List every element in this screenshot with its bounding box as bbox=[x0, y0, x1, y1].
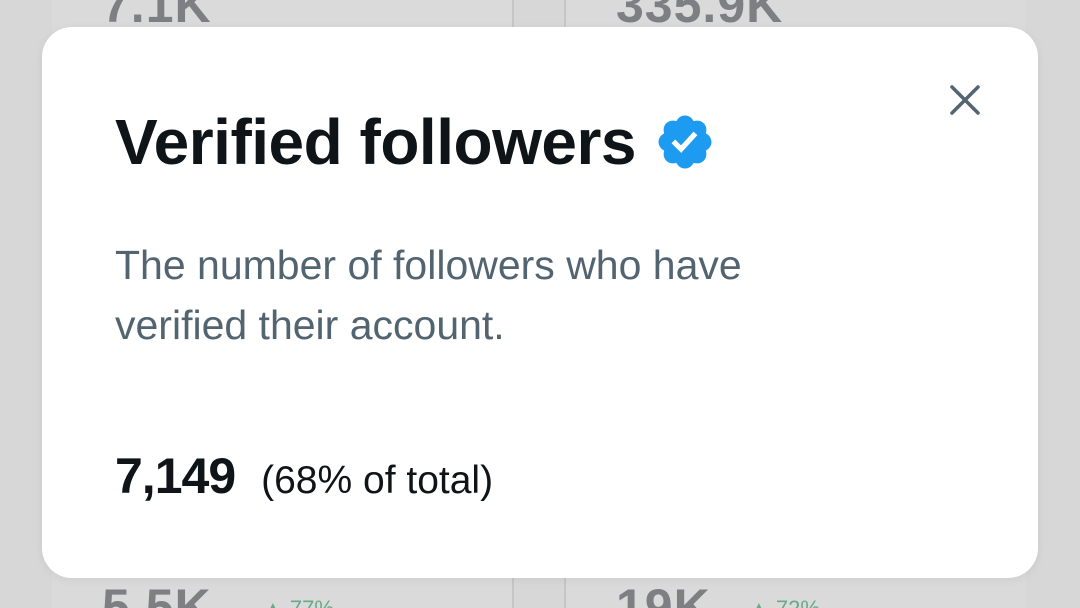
stat-delta-bottom-left: ▲ 77% bbox=[262, 596, 334, 608]
dialog-description: The number of followers who have verifie… bbox=[115, 242, 742, 348]
verified-followers-stat: 7,149 (68% of total) bbox=[115, 447, 493, 505]
verified-followers-dialog: Verified followers The number of followe… bbox=[42, 27, 1038, 578]
verified-badge-icon bbox=[654, 111, 716, 173]
stat-value-bottom-right: 19K bbox=[616, 579, 711, 608]
verified-followers-count: 7,149 bbox=[115, 448, 236, 504]
verified-followers-share: (68% of total) bbox=[261, 459, 494, 502]
stat-delta-bottom-right: ▲ 72% bbox=[748, 596, 820, 608]
dialog-title: Verified followers bbox=[115, 106, 636, 178]
close-icon bbox=[950, 85, 980, 115]
dialog-header: Verified followers bbox=[115, 105, 716, 179]
close-button[interactable] bbox=[940, 75, 992, 127]
stat-value-bottom-left: 5.5K bbox=[102, 579, 212, 608]
